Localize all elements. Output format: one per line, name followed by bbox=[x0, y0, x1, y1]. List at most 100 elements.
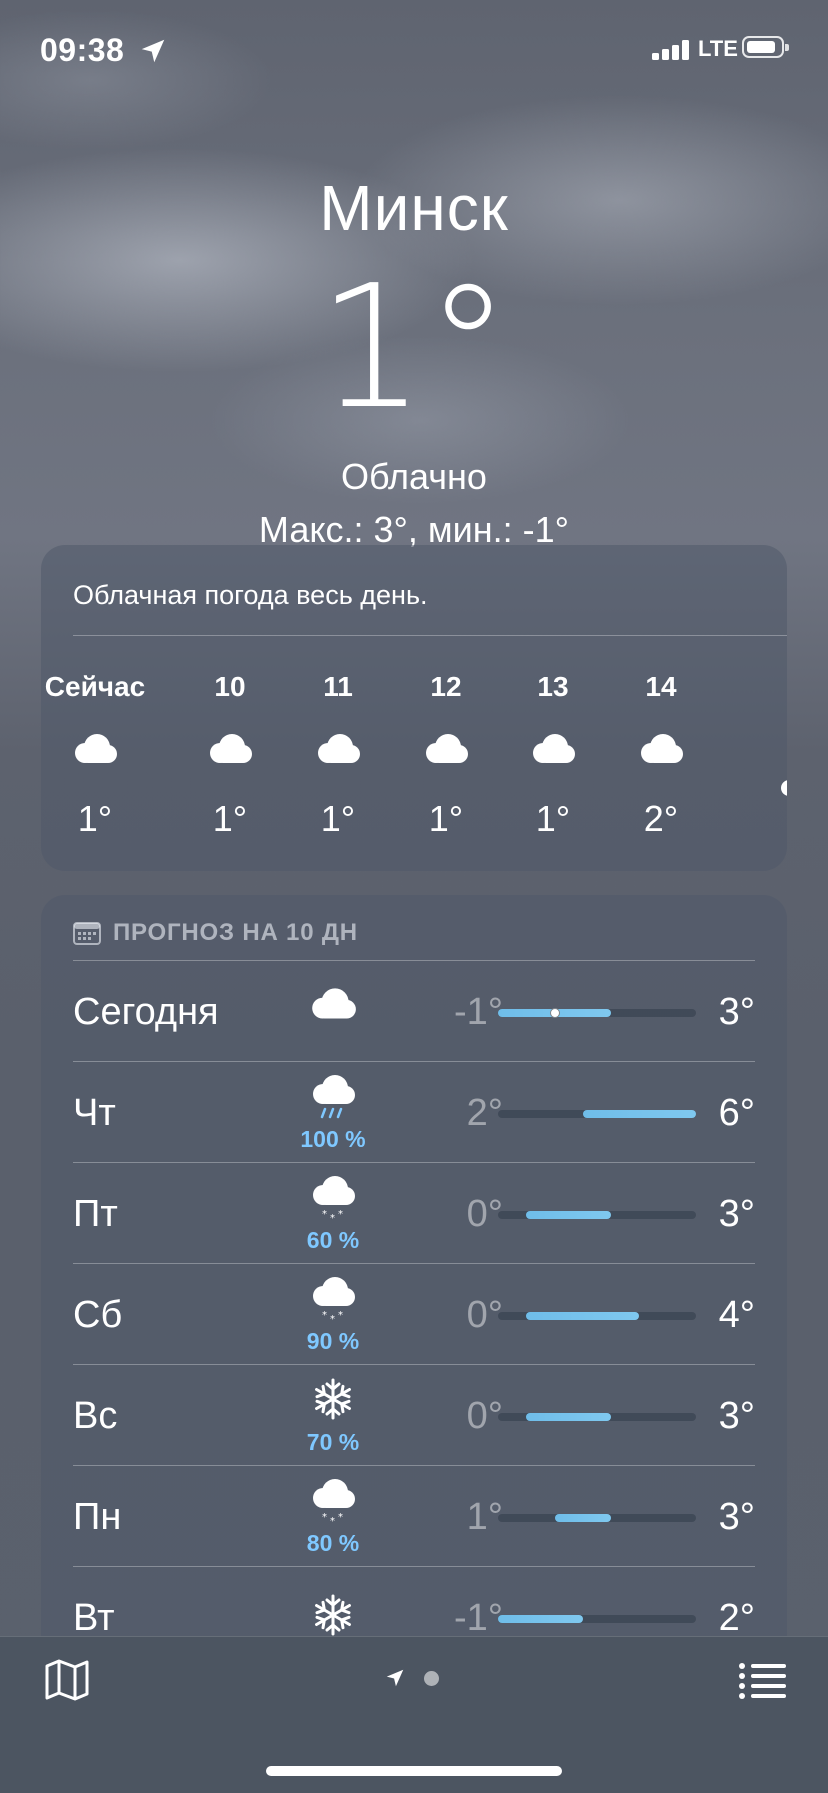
low-temp: 2° bbox=[466, 1092, 503, 1134]
signal-icon bbox=[652, 38, 689, 60]
temp-range-bar bbox=[582, 1110, 696, 1118]
daily-title: ПРОГНОЗ НА 10 ДН bbox=[113, 919, 358, 946]
hourly-item: 12 1° bbox=[386, 667, 506, 841]
current-weather: Минск 1° Облачно Макс.: 3°, мин.: -1° bbox=[0, 170, 828, 550]
hour-label: 13 bbox=[537, 671, 569, 702]
snow-cloud-icon: * * * bbox=[298, 1276, 368, 1326]
hourly-item: Сейчас 1° bbox=[41, 667, 155, 841]
precip-chance: 100 % bbox=[300, 1126, 366, 1152]
temp-range-bar bbox=[498, 1615, 583, 1623]
city-name: Минск bbox=[319, 172, 509, 244]
precip-chance: 60 % bbox=[306, 1227, 360, 1253]
hour-temp: 2° bbox=[643, 798, 679, 839]
hourly-forecast-card[interactable]: Облачная погода весь день. Сейчас 1° 10 1° 1… bbox=[41, 545, 787, 871]
high-temp: 6° bbox=[718, 1092, 755, 1134]
hour-label: 10 bbox=[214, 671, 246, 702]
hourly-item: 10 1° bbox=[170, 667, 290, 841]
high-temp: 3° bbox=[718, 1496, 755, 1538]
temp-range-track bbox=[498, 1110, 696, 1118]
cloud-icon bbox=[41, 733, 155, 773]
hour-temp: 1° bbox=[535, 798, 571, 839]
current-temperature: 1° bbox=[317, 249, 511, 447]
high-temp: 2° bbox=[718, 1597, 755, 1639]
svg-text:*: * bbox=[330, 1516, 335, 1526]
high-temp: 4° bbox=[718, 1294, 755, 1336]
snowflake-icon bbox=[298, 1377, 368, 1427]
day-name: Пт bbox=[73, 1193, 118, 1235]
location-arrow-icon[interactable] bbox=[384, 1667, 406, 1689]
cloud-icon bbox=[493, 733, 613, 773]
cloud-icon bbox=[170, 733, 290, 773]
daily-row[interactable]: Чт 100 % 2° 6° bbox=[73, 1062, 755, 1163]
hour-label: 11 bbox=[323, 671, 353, 702]
cloud-icon bbox=[386, 733, 506, 773]
day-name: Вт bbox=[73, 1597, 115, 1639]
svg-text:*: * bbox=[330, 1314, 335, 1324]
svg-text:*: * bbox=[322, 1209, 327, 1220]
day-name: Сегодня bbox=[73, 991, 219, 1033]
daily-forecast-card[interactable]: ПРОГНОЗ НА 10 ДН Сегодня -1° 3° Чт 100 % 2° 6°… bbox=[41, 895, 787, 1695]
temp-range-track bbox=[498, 1615, 696, 1623]
day-name: Вс bbox=[73, 1395, 118, 1437]
temp-range-bar bbox=[526, 1312, 640, 1320]
location-arrow-icon bbox=[141, 39, 165, 63]
status-bar: 09:38 LTE bbox=[0, 0, 828, 100]
low-temp: 0° bbox=[466, 1294, 503, 1336]
daily-row[interactable]: Пт * * * 60 % 0° 3° bbox=[73, 1163, 755, 1264]
daily-row[interactable]: Пн * * * 80 % 1° 3° bbox=[73, 1466, 755, 1567]
hourly-item: 11 1° bbox=[278, 667, 398, 841]
hour-label: 12 bbox=[430, 671, 462, 702]
cloud-icon bbox=[278, 733, 398, 773]
temp-range-bar bbox=[526, 1211, 612, 1219]
day-name: Чт bbox=[73, 1092, 116, 1134]
high-temp: 3° bbox=[718, 991, 755, 1033]
hourly-summary: Облачная погода весь день. bbox=[73, 580, 428, 610]
temp-range-track bbox=[498, 1008, 696, 1018]
high-temp: 3° bbox=[718, 1395, 755, 1437]
snow-cloud-icon: * * * bbox=[298, 1478, 368, 1528]
hour-temp: 1° bbox=[428, 798, 464, 839]
hour-temp: 1° bbox=[77, 798, 113, 839]
precip-chance: 80 % bbox=[306, 1530, 360, 1556]
temp-range-track bbox=[498, 1413, 696, 1421]
day-name: Сб bbox=[73, 1294, 123, 1336]
hourly-item: 14 2° bbox=[601, 667, 721, 841]
high-temp: 3° bbox=[718, 1193, 755, 1235]
svg-text:*: * bbox=[322, 1512, 327, 1523]
status-time: 09:38 bbox=[40, 32, 125, 68]
precip-chance: 70 % bbox=[306, 1429, 360, 1455]
hour-label: Сейчас bbox=[44, 671, 146, 702]
snow-cloud-icon: * * * bbox=[298, 1175, 368, 1225]
svg-text:*: * bbox=[338, 1209, 343, 1220]
daily-row[interactable]: Сб * * * 90 % 0° 4° bbox=[73, 1264, 755, 1365]
hourly-item: 13 1° bbox=[493, 667, 613, 841]
cloud-icon bbox=[298, 987, 368, 1037]
divider bbox=[73, 635, 787, 636]
precip-chance: 90 % bbox=[306, 1328, 360, 1354]
day-name: Пн bbox=[73, 1496, 122, 1538]
page-dot[interactable] bbox=[424, 1670, 439, 1686]
daily-header: ПРОГНОЗ НА 10 ДН bbox=[73, 919, 358, 947]
list-icon[interactable] bbox=[738, 1661, 786, 1701]
network-type: LTE bbox=[698, 36, 738, 61]
low-temp: 1° bbox=[466, 1496, 503, 1538]
cloud-icon bbox=[601, 733, 721, 773]
hour-temp: 1° bbox=[320, 798, 356, 839]
current-temp-dot bbox=[549, 1008, 560, 1018]
daily-row[interactable]: Сегодня -1° 3° bbox=[73, 961, 755, 1062]
svg-text:*: * bbox=[330, 1213, 335, 1223]
home-indicator[interactable] bbox=[266, 1766, 562, 1776]
current-condition: Облачно bbox=[341, 456, 487, 497]
hour-temp: 1° bbox=[212, 798, 248, 839]
daily-row[interactable]: Вс 70 % 0° 3° bbox=[73, 1365, 755, 1466]
rain-cloud-icon bbox=[298, 1074, 368, 1124]
temp-range-track bbox=[498, 1514, 696, 1522]
temp-range-track bbox=[498, 1312, 696, 1320]
map-icon[interactable] bbox=[44, 1659, 90, 1701]
low-temp: -1° bbox=[454, 1597, 503, 1639]
hour-label: 14 bbox=[645, 671, 677, 702]
calendar-icon bbox=[73, 922, 101, 945]
page-indicator[interactable] bbox=[384, 1667, 439, 1689]
low-temp: 0° bbox=[466, 1193, 503, 1235]
svg-text:*: * bbox=[322, 1310, 327, 1321]
